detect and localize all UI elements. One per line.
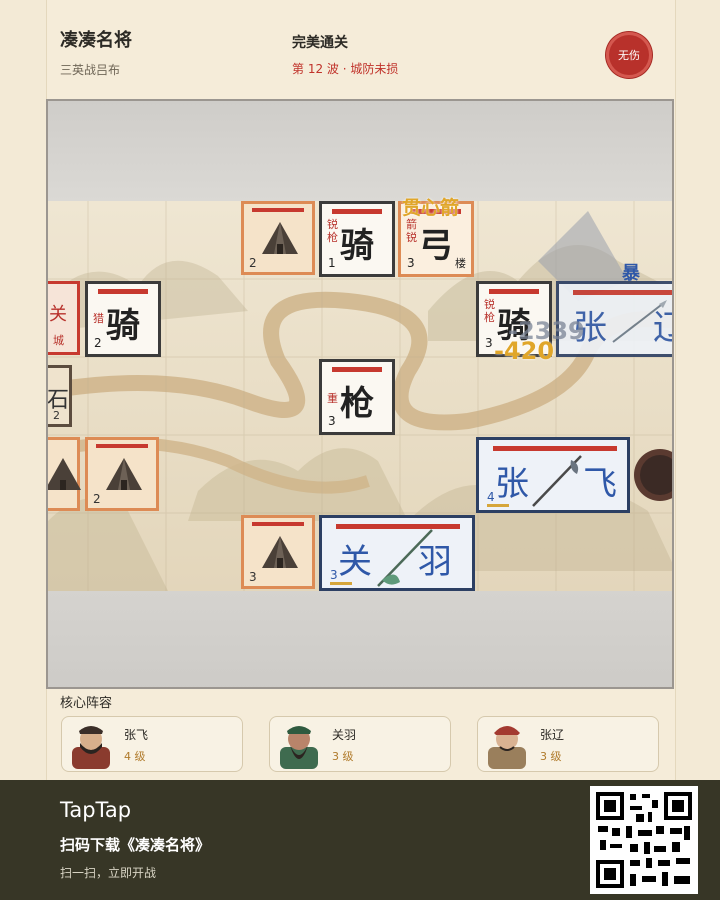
unit-level: 3 (407, 256, 415, 270)
unit-cavalry-left[interactable]: 猎 骑 2 (85, 281, 161, 357)
camp-bottom[interactable]: 3 (241, 515, 315, 589)
camp-left-a[interactable] (48, 437, 81, 511)
edge-stone-tile[interactable]: 石 2 (48, 365, 72, 427)
crit-text: 暴 (622, 263, 640, 284)
spear-icon (612, 300, 667, 343)
lineup-card-guanyu[interactable]: 关羽 3 级 (269, 716, 451, 772)
camp-level: 2 (93, 492, 101, 506)
unit-spear-center[interactable]: 重 枪 3 (319, 359, 395, 435)
card-hero-level: 3 级 (332, 750, 354, 763)
hero-level: 3 (330, 568, 338, 582)
scan-hint: 扫一扫，立即开战 (60, 866, 157, 880)
serpent-spear-icon (532, 455, 582, 507)
card-hero-name: 关羽 (332, 728, 357, 742)
skill-name-text: 贯心箭 (402, 197, 460, 219)
damage-number-small: -420 (494, 337, 555, 365)
edge-gate-sub: 城 (53, 334, 64, 347)
general-portrait-icon (72, 726, 110, 769)
download-footer: TapTap 扫码下载《凑凑名将》 扫一扫，立即开战 (0, 780, 720, 900)
download-text: 扫码下载《凑凑名将》 (60, 836, 211, 854)
card-hero-name: 张辽 (540, 728, 565, 742)
general-portrait-icon (488, 726, 526, 769)
unit-level: 3 (485, 336, 493, 350)
result-text: 完美通关 (292, 35, 348, 51)
hero-hp-bar (573, 290, 672, 295)
unit-level: 2 (94, 336, 102, 350)
camp-hp-bar (252, 522, 304, 526)
qr-code-icon[interactable] (590, 786, 698, 894)
unit-hp-bar (332, 367, 382, 372)
hero-zhangfei-tile[interactable]: 张 飞 4 (476, 437, 630, 513)
unit-level: 1 (328, 256, 336, 270)
hero-xp-bar (330, 582, 352, 585)
battle-board: 关 城 石 2 2 2 3 锐枪 骑 1 箭锐 弓 3 楼 猎 骑 2 重 枪 … (46, 99, 674, 689)
lineup-label: 核心阵容 (60, 696, 113, 711)
camp-hp-bar (252, 208, 304, 212)
unit-building: 楼 (455, 257, 466, 270)
general-portrait-icon (280, 726, 318, 769)
tent-icon (48, 458, 81, 490)
tent-icon (106, 458, 142, 490)
camp-level: 2 (249, 256, 257, 270)
unit-cavalry-top[interactable]: 锐枪 骑 1 (319, 201, 395, 277)
camp-top[interactable]: 2 (241, 201, 315, 275)
unit-hp-bar (98, 289, 148, 294)
edge-gate-text: 关 (49, 304, 67, 325)
hero-name-char-1: 张 (495, 464, 529, 504)
unit-hp-bar (489, 289, 539, 294)
hero-name-char-2: 飞 (583, 464, 617, 504)
wave-status: 第 12 波 · 城防未损 (292, 62, 399, 76)
card-hero-level: 3 级 (540, 750, 562, 763)
brand-name: TapTap (60, 798, 132, 822)
card-hero-level: 4 级 (124, 750, 146, 763)
camp-left-b[interactable]: 2 (85, 437, 159, 511)
edge-gate-tile[interactable]: 关 城 (48, 281, 80, 355)
tent-icon (262, 536, 298, 568)
game-title: 凑凑名将 (60, 30, 132, 51)
hero-xp-bar (487, 504, 509, 507)
tent-icon (262, 222, 298, 254)
hero-guanyu-tile[interactable]: 关 羽 3 (319, 515, 475, 591)
hero-level: 4 (487, 490, 495, 504)
hero-name-char-1: 关 (338, 542, 372, 582)
unit-hp-bar (332, 209, 382, 214)
card-hero-name: 张飞 (124, 728, 149, 742)
lineup-card-zhangliao[interactable]: 张辽 3 级 (477, 716, 659, 772)
unit-level: 3 (328, 414, 336, 428)
lineup-card-zhangfei[interactable]: 张飞 4 级 (61, 716, 243, 772)
no-damage-stamp: 无伤 (606, 32, 652, 78)
edge-stone-level: 2 (53, 409, 60, 422)
level-name: 三英战吕布 (60, 63, 121, 77)
camp-hp-bar (96, 444, 148, 448)
camp-level: 3 (249, 570, 257, 584)
glaive-icon (377, 529, 433, 587)
